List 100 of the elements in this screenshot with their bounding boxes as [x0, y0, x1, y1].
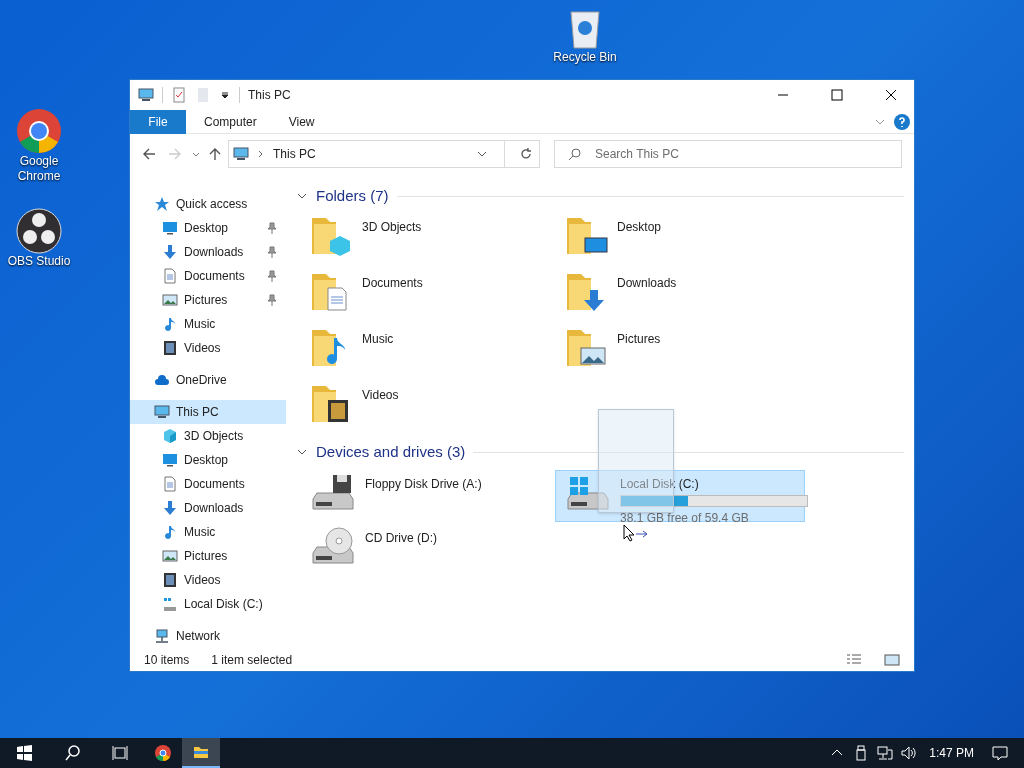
nav-item[interactable]: Network	[130, 624, 286, 648]
ribbon-tab[interactable]: Computer	[190, 109, 271, 134]
down-arrow-icon	[162, 500, 178, 516]
desktop-shortcut[interactable]: Recycle Bin	[548, 6, 622, 65]
monitor-icon	[162, 452, 178, 468]
film-icon	[162, 340, 178, 356]
nav-item[interactable]: Local Disk (C:)	[130, 592, 286, 616]
nav-item[interactable]: Music	[130, 312, 286, 336]
shortcut-label: Google Chrome	[16, 154, 62, 184]
volume-icon[interactable]	[901, 745, 918, 761]
nav-item[interactable]: Documents	[130, 264, 286, 288]
nav-label: This PC	[176, 404, 220, 421]
nav-label: Pictures	[184, 292, 229, 309]
drive-name: Local Disk (C:)	[620, 476, 700, 493]
folder-name: Music	[362, 331, 394, 348]
document-icon	[162, 476, 178, 492]
window-title: This PC	[248, 87, 292, 104]
folder-name: Desktop	[617, 219, 662, 236]
cube-icon	[162, 428, 178, 444]
selection-count: 1 item selected	[211, 652, 294, 669]
music-note-icon	[162, 524, 178, 540]
nav-label: Music	[184, 524, 217, 541]
nav-item[interactable]: Videos	[130, 568, 286, 592]
computer-icon	[233, 146, 249, 162]
folder-icon	[193, 744, 209, 760]
group-heading[interactable]: Folders (7)	[316, 184, 389, 208]
obs-icon	[16, 208, 62, 254]
nav-item[interactable]: Pictures	[130, 544, 286, 568]
group-heading[interactable]: Devices and drives (3)	[316, 440, 466, 464]
search-field[interactable]: Search This PC	[554, 140, 902, 168]
folder-item[interactable]: Music	[310, 324, 565, 380]
network-icon[interactable]	[877, 745, 894, 761]
folder-item[interactable]: 3D Objects	[310, 212, 565, 268]
nav-label: Videos	[184, 572, 222, 589]
folder-name: Pictures	[617, 331, 661, 348]
nav-label: Pictures	[184, 548, 229, 565]
drive-item[interactable]: Local Disk (C:) 38.1 GB free of 59.4 GB	[555, 470, 805, 522]
drive-item[interactable]: CD Drive (D:)	[300, 524, 550, 576]
ribbon-tab[interactable]: View	[274, 109, 329, 134]
nav-item[interactable]: Downloads	[130, 496, 286, 520]
folder-name: Videos	[362, 387, 399, 404]
nav-item[interactable]: Quick access	[130, 192, 286, 216]
folder-item[interactable]: Desktop	[565, 212, 820, 268]
nav-item[interactable]: Documents	[130, 472, 286, 496]
nav-label: Local Disk (C:)	[184, 596, 264, 613]
nav-label: Quick access	[176, 196, 249, 213]
properties-icon[interactable]	[171, 87, 187, 103]
nav-label: Documents	[184, 476, 246, 493]
folder-name: Downloads	[617, 275, 677, 292]
nav-item[interactable]: Desktop	[130, 448, 286, 472]
search-icon	[568, 147, 582, 161]
maximize-icon	[831, 89, 843, 101]
nav-item[interactable]: Music	[130, 520, 286, 544]
address-bar[interactable]: This PC	[228, 140, 540, 168]
cloud-icon	[154, 372, 170, 388]
large-icons-view-icon[interactable]	[884, 652, 900, 668]
nav-label: Downloads	[184, 244, 245, 261]
close-icon	[885, 89, 897, 101]
chevron-right-icon	[257, 150, 265, 158]
dropdown-icon[interactable]	[219, 89, 231, 101]
nav-label: OneDrive	[176, 372, 228, 389]
network-icon	[154, 628, 170, 644]
nav-label: Downloads	[184, 500, 245, 517]
music-note-icon	[162, 316, 178, 332]
document-icon	[162, 268, 178, 284]
nav-label: Desktop	[184, 220, 230, 237]
picture-icon	[162, 548, 178, 564]
nav-label: Videos	[184, 340, 222, 357]
nav-item[interactable]: Videos	[130, 336, 286, 360]
desktop-shortcut[interactable]: OBS Studio	[2, 208, 76, 269]
folder-name: 3D Objects	[362, 219, 422, 236]
clock[interactable]: 1:47 PM	[929, 744, 974, 762]
shortcut-label: OBS Studio	[7, 254, 71, 269]
notification-icon[interactable]	[992, 745, 1008, 761]
nav-item[interactable]: Desktop	[130, 216, 286, 240]
file-menu-button[interactable]: File	[130, 109, 186, 134]
drive-item[interactable]: Floppy Disk Drive (A:)	[300, 470, 550, 522]
taskbar-app[interactable]	[182, 738, 220, 768]
folder-item[interactable]: Documents	[310, 268, 565, 324]
monitor-icon	[162, 220, 178, 236]
help-icon[interactable]	[894, 113, 910, 130]
nav-item[interactable]: 3D Objects	[130, 424, 286, 448]
nav-item[interactable]: This PC	[130, 400, 286, 424]
folder-item[interactable]: Pictures	[565, 324, 820, 380]
nav-label: Desktop	[184, 452, 230, 469]
drive-name: CD Drive (D:)	[365, 530, 437, 547]
shortcut-label: Recycle Bin	[553, 50, 617, 65]
nav-item[interactable]: Pictures	[130, 288, 286, 312]
star-icon	[154, 196, 170, 212]
item-count: 10 items	[144, 652, 190, 669]
nav-label: Music	[184, 316, 217, 333]
folder-item[interactable]: Downloads	[565, 268, 820, 324]
chrome-icon	[16, 108, 62, 154]
down-arrow-icon	[162, 244, 178, 260]
nav-item[interactable]: Downloads	[130, 240, 286, 264]
desktop-shortcut[interactable]: Google Chrome	[2, 108, 76, 184]
nav-label: Documents	[184, 268, 246, 285]
folder-item[interactable]: Videos	[310, 380, 565, 436]
refresh-icon[interactable]	[519, 147, 533, 161]
nav-item[interactable]: OneDrive	[130, 368, 286, 392]
